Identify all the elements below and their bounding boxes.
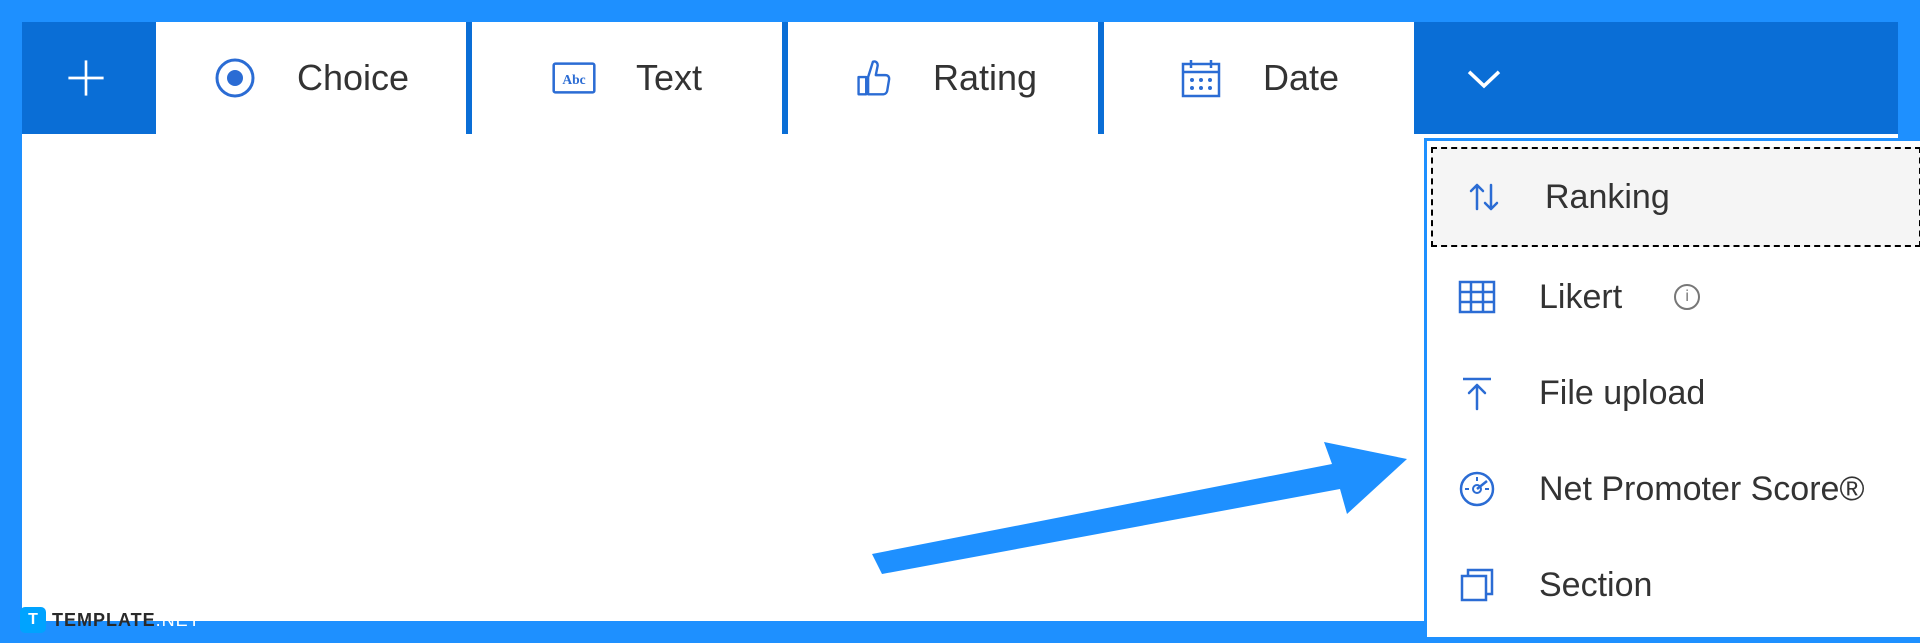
dropdown-item-file-upload[interactable]: File upload [1427, 345, 1920, 441]
annotation-arrow-icon [852, 434, 1412, 574]
ranking-icon [1461, 175, 1505, 219]
date-label: Date [1263, 57, 1339, 99]
text-button[interactable]: Abc Text [472, 22, 782, 134]
file-upload-icon [1455, 371, 1499, 415]
rating-label: Rating [933, 57, 1037, 99]
question-type-toolbar: Choice Abc Text Rating Date [22, 22, 1898, 134]
add-question-button[interactable] [22, 22, 150, 134]
svg-text:Abc: Abc [562, 72, 585, 87]
question-type-dropdown: Ranking Likert i File upload Net Promote… [1424, 138, 1920, 640]
dropdown-item-likert[interactable]: Likert i [1427, 249, 1920, 345]
app-container: Choice Abc Text Rating Date [18, 18, 1902, 625]
likert-grid-icon [1455, 275, 1499, 319]
calendar-icon [1179, 56, 1223, 100]
text-abc-icon: Abc [552, 56, 596, 100]
watermark-text: TEMPLATE.NET [52, 610, 201, 631]
watermark: T TEMPLATE.NET [20, 607, 201, 633]
more-types-dropdown-button[interactable] [1420, 22, 1548, 134]
date-button[interactable]: Date [1104, 22, 1414, 134]
likert-label: Likert [1539, 278, 1622, 317]
dropdown-item-section[interactable]: Section [1427, 537, 1920, 633]
plus-icon [64, 56, 108, 100]
nps-gauge-icon [1455, 467, 1499, 511]
thumbs-up-icon [849, 56, 893, 100]
section-label: Section [1539, 566, 1652, 605]
section-icon [1455, 563, 1499, 607]
chevron-down-icon [1462, 56, 1506, 100]
text-label: Text [636, 57, 702, 99]
choice-button[interactable]: Choice [156, 22, 466, 134]
dropdown-item-ranking[interactable]: Ranking [1431, 147, 1920, 247]
choice-label: Choice [297, 57, 409, 99]
info-icon: i [1674, 284, 1700, 310]
dropdown-item-nps[interactable]: Net Promoter Score® [1427, 441, 1920, 537]
ranking-label: Ranking [1545, 178, 1670, 217]
rating-button[interactable]: Rating [788, 22, 1098, 134]
watermark-badge-icon: T [20, 607, 46, 633]
radio-icon [213, 56, 257, 100]
nps-label: Net Promoter Score® [1539, 470, 1865, 509]
file-upload-label: File upload [1539, 374, 1705, 413]
